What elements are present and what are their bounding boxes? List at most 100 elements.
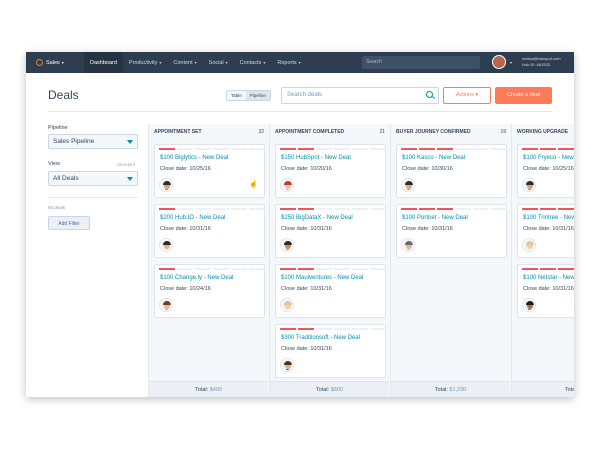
divider <box>48 111 552 112</box>
deal-card[interactable]: $100 Kasco - New Deal Close date: 10/30/1… <box>396 144 507 198</box>
deal-card[interactable]: $300 Traditionsoft - New Deal Close date:… <box>275 324 386 378</box>
stage-segment <box>370 268 386 270</box>
owner-avatar[interactable] <box>160 299 172 311</box>
deal-name-link[interactable]: $300 Traditionsoft - New Deal <box>281 335 360 341</box>
stage-progress <box>159 268 265 270</box>
brand-menu[interactable]: Sales ▾ <box>26 59 84 66</box>
stage-segment <box>352 328 368 330</box>
view-pipeline-button[interactable]: Pipeline <box>245 91 270 100</box>
owner-avatar[interactable] <box>523 179 535 191</box>
stage-segment <box>370 328 386 330</box>
owner-avatar[interactable] <box>281 359 293 371</box>
deal-card[interactable]: $250 BigDataX - New Deal Close date: 10/3… <box>275 204 386 258</box>
deal-name-link[interactable]: $100 Mauiventures - New Deal <box>281 275 363 281</box>
stage-segment <box>213 268 229 270</box>
nav-item-social[interactable]: Social ▾ <box>203 52 234 73</box>
deal-name-link[interactable]: $150 HubSpot - New Deal <box>281 155 351 161</box>
page-title: Deals <box>48 88 79 102</box>
stage-segment <box>213 148 229 150</box>
nav-item-contacts[interactable]: Contacts ▾ <box>234 52 272 73</box>
deal-name-link[interactable]: $100 Portnet - New Deal <box>402 215 468 221</box>
owner-avatar[interactable] <box>281 299 293 311</box>
deal-card[interactable]: $100 Mauiventures - New Deal Close date: … <box>275 264 386 318</box>
view-table-button[interactable]: Table <box>227 91 246 100</box>
owner-avatar[interactable] <box>281 179 293 191</box>
stage-segment <box>352 268 368 270</box>
nav-item-content[interactable]: Content ▾ <box>167 52 202 73</box>
user-info[interactable]: melisa@hubspot.com Hub ID: 681533 <box>522 56 561 68</box>
deal-card[interactable]: $100 Change.ly - New Deal Close date: 10/… <box>154 264 265 318</box>
pipeline-select-value: Sales Pipeline <box>53 138 95 145</box>
stage-segment <box>419 208 435 210</box>
caret-down-icon <box>127 140 133 144</box>
global-search-input[interactable]: Search <box>362 56 480 69</box>
deal-card[interactable]: $100 Fryeco - New Deal Close date: 10/25/… <box>517 144 574 198</box>
deal-card[interactable]: $100 Portnet - New Deal Close date: 10/31… <box>396 204 507 258</box>
stage-segment <box>522 208 538 210</box>
owner-avatar[interactable] <box>402 239 414 251</box>
close-date: Close date: 10/20/16 <box>281 166 332 172</box>
owner-avatar[interactable] <box>523 299 535 311</box>
stage-progress <box>280 328 386 330</box>
view-select[interactable]: All Deals <box>48 171 138 186</box>
column-total: Total: $1,230 <box>391 381 510 397</box>
search-icon[interactable] <box>426 91 433 98</box>
chevron-down-icon[interactable]: ▾ <box>510 60 512 65</box>
owner-avatar[interactable] <box>523 239 535 251</box>
search-deals-input[interactable]: Search deals <box>281 87 439 104</box>
deal-card[interactable]: $150 HubSpot - New Deal Close date: 10/20… <box>275 144 386 198</box>
chevron-down-icon: ▾ <box>61 60 64 65</box>
column-count: 21 <box>379 129 385 135</box>
deal-name-link[interactable]: $100 Change.ly - New Deal <box>160 275 233 281</box>
deal-name-link[interactable]: $100 Kasco - New Deal <box>402 155 465 161</box>
stage-segment <box>195 148 211 150</box>
stage-segment <box>540 208 556 210</box>
stage-segment <box>540 268 556 270</box>
stage-segment <box>419 148 435 150</box>
column-total: Total: $800 <box>270 381 389 397</box>
column-title: Appointment Completed <box>275 129 345 135</box>
nav-item-productivity[interactable]: Productivity ▾ <box>123 52 167 73</box>
stage-segment <box>280 328 296 330</box>
actions-button[interactable]: Actions ▾ <box>443 87 491 104</box>
close-date: Close date: 10/24/16 <box>160 286 211 292</box>
deal-name-link[interactable]: $100 Biglytics - New Deal <box>160 155 228 161</box>
owner-avatar[interactable] <box>281 239 293 251</box>
owner-avatar[interactable] <box>160 239 172 251</box>
close-date: Close date: 10/31/16 <box>160 226 211 232</box>
stage-segment <box>455 208 471 210</box>
deal-name-link[interactable]: $250 BigDataX - New Deal <box>281 215 353 221</box>
stage-segment <box>195 268 211 270</box>
deal-card[interactable]: $100 Trintree - New Deal Close date: 10/3… <box>517 204 574 258</box>
owner-avatar[interactable] <box>160 179 172 191</box>
deal-name-link[interactable]: $100 Fryeco - New Deal <box>523 155 574 161</box>
owner-avatar[interactable] <box>402 179 414 191</box>
deal-name-link[interactable]: $100 Netstar - New Deal <box>523 275 574 281</box>
stage-segment <box>231 208 247 210</box>
nav-item-dashboard[interactable]: Dashboard <box>84 52 123 73</box>
create-deal-button[interactable]: Create a deal <box>495 87 552 104</box>
deal-card[interactable]: $100 Biglytics - New Deal Close date: 10/… <box>154 144 265 198</box>
column-total: Total: <box>512 381 574 397</box>
total-label: Total: <box>195 387 210 393</box>
deal-card[interactable]: $100 Netstar - New Deal Close date: 10/31… <box>517 264 574 318</box>
stage-segment <box>231 268 247 270</box>
stage-segment <box>231 148 247 150</box>
deal-name-link[interactable]: $100 Trintree - New Deal <box>523 215 574 221</box>
stage-segment <box>159 208 175 210</box>
deal-card[interactable]: $200 Hub.IO - New Deal Close date: 10/31/… <box>154 204 265 258</box>
pipeline-column: Working Upgrade $100 Fryeco - New Deal Clo… <box>511 124 574 397</box>
stage-segment <box>177 148 193 150</box>
deal-count: 84 deals <box>48 205 66 210</box>
chevron-down-icon: ▾ <box>159 60 162 65</box>
stage-progress <box>280 148 386 150</box>
column-header: Appointment Set 32 <box>154 129 264 135</box>
stage-segment <box>437 208 453 210</box>
stage-segment <box>159 148 175 150</box>
pipeline-select[interactable]: Sales Pipeline <box>48 134 138 149</box>
stage-segment <box>334 268 350 270</box>
deal-name-link[interactable]: $200 Hub.IO - New Deal <box>160 215 225 221</box>
add-filter-button[interactable]: Add Filter <box>48 216 90 230</box>
nav-item-reports[interactable]: Reports ▾ <box>271 52 306 73</box>
user-avatar[interactable] <box>492 55 506 69</box>
